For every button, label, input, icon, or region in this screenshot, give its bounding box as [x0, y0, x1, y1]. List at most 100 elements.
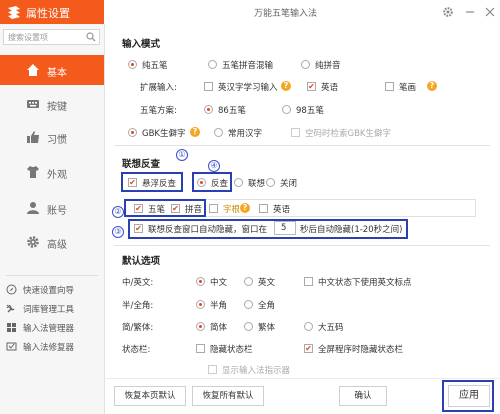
radio-indicator [234, 178, 243, 187]
restore-all-default-button[interactable]: 恢复所有默认 [192, 386, 264, 406]
sidebar-item-basic[interactable]: 基本 [0, 55, 104, 85]
radio-indicator [197, 178, 206, 187]
person-icon [26, 201, 40, 215]
autohide-suffix: 秒后自动隐藏(1-20秒之间) [300, 225, 403, 235]
radio-indicator [244, 300, 253, 309]
radio-label: 简体 [210, 323, 228, 333]
radio-label: 常用汉字 [228, 129, 263, 139]
wubi-scheme-label: 五笔方案: [140, 106, 177, 116]
checkbox-label: 联想反查窗口自动隐藏，窗口在 [148, 225, 268, 235]
sidebar-item-appearance[interactable]: 外观 [0, 157, 104, 187]
radio-label: 86五笔 [218, 106, 246, 116]
thumb-icon [26, 130, 40, 144]
checkbox-label: 全屏程序时隐藏状态栏 [318, 345, 404, 355]
help-icon[interactable]: ? [281, 81, 291, 91]
radio-indicator [244, 322, 253, 331]
input-mode-heading: 输入模式 [122, 39, 161, 50]
help-icon[interactable]: ? [190, 127, 200, 137]
sidebar-item-label: 外观 [47, 170, 67, 181]
checkbox-indicator [291, 128, 300, 137]
tool-label: 输入法修复器 [23, 343, 75, 353]
radio-label: 中文 [210, 278, 228, 288]
lianxiang-heading: 联想反查 [122, 159, 161, 170]
search-input[interactable]: 搜索设置项 [3, 29, 100, 45]
sidebar-item-label: 基本 [47, 68, 67, 79]
ext-input-label: 扩展输入: [140, 83, 177, 93]
checkbox-indicator [204, 82, 213, 91]
radio-indicator [301, 60, 310, 69]
checkbox-indicator [307, 82, 316, 91]
gear-icon [26, 235, 40, 249]
statusbar-label: 状态栏: [122, 345, 151, 355]
radio-label: 大五码 [318, 323, 344, 333]
checkbox-indicator [196, 344, 205, 353]
defaults-heading: 默认选项 [122, 256, 161, 267]
ok-button[interactable]: 确认 [339, 386, 387, 406]
radio-label: 全角 [258, 301, 276, 311]
sidebar-item-label: 习惯 [47, 135, 67, 146]
checkbox-indicator [304, 277, 313, 286]
close-icon[interactable] [484, 6, 496, 18]
annotation-marker-3: ③ [112, 226, 124, 238]
help-icon[interactable]: ? [240, 203, 250, 213]
radio-indicator [128, 128, 137, 137]
radio-indicator [266, 178, 275, 187]
sidebar-item-habits[interactable]: 习惯 [0, 122, 104, 152]
restore-page-default-button[interactable]: 恢复本页默认 [114, 386, 186, 406]
sidebar-item-label: 高级 [47, 240, 67, 251]
sidebar: 属性设置 搜索设置项 基本 按键 习惯 外观 账号 高级 快速设置向导 词库管理… [0, 0, 105, 414]
autohide-seconds-value: 5 [281, 223, 287, 233]
radio-label: 反查 [211, 179, 229, 189]
grid-icon [6, 322, 17, 333]
radio-label: 五笔拼音混输 [222, 61, 274, 71]
sidebar-item-label: 账号 [47, 206, 67, 217]
window-title: 万能五笔输入法 [254, 9, 318, 19]
home-icon [26, 63, 40, 77]
sidebar-item-account[interactable]: 账号 [0, 193, 104, 223]
sidebar-divider [6, 275, 98, 276]
keyboard-icon [26, 97, 40, 111]
script-label: 简/繁体: [122, 323, 154, 333]
sidebar-item-advanced[interactable]: 高级 [0, 227, 104, 257]
sidebar-item-keys[interactable]: 按键 [0, 89, 104, 119]
radio-label: 关闭 [280, 179, 298, 189]
radio-indicator [196, 300, 205, 309]
minimize-icon[interactable] [464, 6, 476, 18]
checkbox-indicator [134, 224, 143, 233]
radio-indicator [204, 105, 213, 114]
radio-indicator [128, 60, 137, 69]
checkbox-label: 五笔 [148, 205, 166, 215]
app-title: 属性设置 [26, 7, 70, 20]
sidebar-item-label: 按键 [47, 102, 67, 113]
section-divider [114, 245, 490, 246]
apply-button[interactable]: 应用 [448, 385, 490, 407]
radio-label: 纯五笔 [142, 61, 168, 71]
annotation-marker-2: ② [112, 206, 124, 218]
shirt-icon [26, 165, 40, 179]
radio-indicator [244, 277, 253, 286]
help-icon[interactable]: ? [427, 81, 437, 91]
footer-divider [104, 378, 500, 379]
checkbox-label: 隐藏状态栏 [210, 345, 253, 355]
autohide-seconds-input[interactable]: 5 [274, 221, 296, 235]
radio-label: 纯拼音 [315, 61, 341, 71]
checkbox-label: 空码时检索GBK生僻字 [305, 129, 391, 139]
section-divider [114, 145, 490, 146]
tool-label: 词库管理工具 [23, 305, 75, 315]
settings-icon[interactable] [442, 6, 454, 18]
annotation-marker-1: ① [176, 149, 188, 161]
checkbox-label: 字根 [223, 205, 241, 215]
tool-label: 快速设置向导 [23, 286, 75, 296]
radio-label: 98五笔 [296, 106, 324, 116]
checkbox-label: 笔画 [399, 83, 417, 93]
window-titlebar: 万能五笔输入法 [104, 0, 500, 24]
radio-indicator [214, 128, 223, 137]
checkbox-indicator [304, 344, 313, 353]
search-icon[interactable] [86, 32, 96, 42]
checkbox-label: 中文状态下使用英文标点 [318, 278, 412, 288]
radio-indicator [304, 322, 313, 331]
search-placeholder: 搜索设置项 [8, 33, 48, 42]
checkbox-label: 英语 [321, 83, 339, 93]
radio-indicator [196, 322, 205, 331]
checkbox-indicator [171, 204, 180, 213]
